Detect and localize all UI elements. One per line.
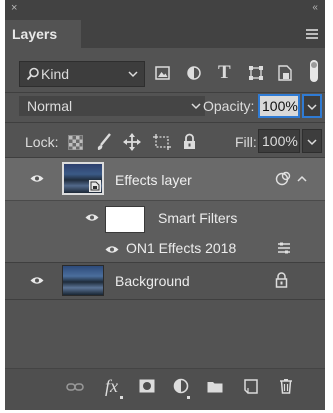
smart-filters-row[interactable]: Smart Filters [5,200,325,236]
adjustment-layer-icon[interactable] [173,378,189,394]
chevron-down-icon [307,139,317,146]
close-panel-icon[interactable]: × [11,2,17,14]
layer-row-effects[interactable]: Effects layer [5,158,325,200]
image-filter-icon[interactable] [155,66,170,80]
blend-mode-value: Normal [27,98,73,114]
lock-paint-icon[interactable] [96,133,112,151]
visibility-eye-icon[interactable] [105,245,119,254]
lock-move-icon[interactable] [123,133,141,151]
layers-panel: × ‹‹ Layers Kind T Normal Opacity: 100% … [5,0,325,410]
smart-filter-mask-thumbnail [105,206,145,233]
smart-filter-indicator-icon [275,171,291,186]
layer-name-effects: Effects layer [115,172,192,188]
panel-menu-icon[interactable] [306,29,318,39]
shape-filter-icon[interactable] [248,65,264,81]
fx-icon[interactable]: fx [105,376,118,397]
chevron-down-icon [128,71,138,78]
lock-all-icon[interactable] [183,133,196,150]
opacity-input[interactable]: 100% [258,94,300,118]
fill-value: 100% [262,133,298,149]
smart-object-badge-icon [89,180,101,192]
tab-layers[interactable]: Layers [5,20,81,48]
lock-artboard-icon[interactable] [153,134,171,150]
adjustment-menu-indicator [187,396,190,399]
layer-thumbnail-effects [62,162,104,195]
search-icon [26,67,39,81]
filter-name-on1: ON1 Effects 2018 [126,240,237,256]
opacity-dropdown-button[interactable] [302,94,322,118]
new-layer-icon[interactable] [244,379,258,394]
smart-object-filter-icon[interactable] [278,65,292,81]
chevron-up-icon[interactable] [297,175,307,182]
visibility-eye-icon[interactable] [30,276,44,285]
chevron-down-icon [307,104,317,111]
filter-row-on1[interactable]: ON1 Effects 2018 [5,236,325,262]
blending-options-icon[interactable] [277,242,291,254]
opacity-label: Opacity: [203,98,255,114]
panel-title-bar: × ‹‹ [5,0,325,20]
type-filter-icon[interactable]: T [218,62,231,84]
new-group-icon[interactable] [207,380,223,393]
layer-thumbnail-background [62,265,104,296]
opacity-value: 100% [262,98,298,114]
visibility-eye-icon[interactable] [85,213,99,222]
smart-filters-label: Smart Filters [158,210,238,226]
fill-label: Fill: [235,134,257,150]
layer-lock-icon[interactable] [275,272,288,288]
adjustment-filter-icon[interactable] [187,66,201,80]
lock-label: Lock: [25,134,59,150]
fill-input[interactable]: 100% [258,129,300,153]
filter-kind-dropdown[interactable]: Kind [19,61,145,87]
filter-toggle-icon[interactable] [309,59,319,83]
trash-icon[interactable] [279,378,293,394]
panel-tab-row: Layers [5,20,325,48]
filter-kind-label: Kind [41,66,70,82]
layers-footer-toolbar: fx [5,368,325,410]
layer-mask-icon[interactable] [139,379,155,393]
layer-row-background[interactable]: Background [5,263,325,299]
layer-name-background: Background [115,273,190,289]
chevron-down-icon [191,103,201,110]
fx-menu-indicator [120,396,123,399]
collapse-panel-icon[interactable]: ‹‹ [312,2,318,13]
visibility-eye-icon[interactable] [30,174,44,183]
fill-dropdown-button[interactable] [302,129,322,153]
lock-transparent-icon[interactable] [68,135,83,150]
link-layers-icon[interactable] [66,382,84,392]
blend-mode-dropdown[interactable]: Normal [19,96,205,116]
